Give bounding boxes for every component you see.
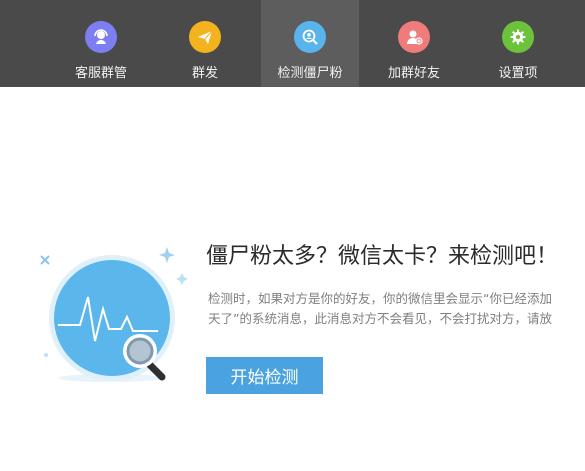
tab-label: 设置项: [498, 66, 538, 81]
tab-label: 加群好友: [387, 66, 440, 81]
tab-label: 群发: [191, 66, 218, 81]
tab-customer-service-group[interactable]: 客服群管: [52, 0, 150, 87]
add-friend-icon: [398, 21, 430, 53]
page-headline: 僵尸粉太多？微信太卡？来检测吧！: [206, 244, 559, 269]
top-nav-bar: 客服群管 群发 检测僵尸粉 加群好友 设置项: [0, 0, 585, 87]
tab-detect-zombie-fans[interactable]: 检测僵尸粉: [261, 0, 359, 87]
gear-icon: [502, 21, 534, 53]
search-user-icon: [294, 21, 326, 53]
tab-add-group-friends[interactable]: 加群好友: [365, 0, 463, 87]
tab-settings[interactable]: 设置项: [469, 0, 567, 87]
description-line: 检测时，如果对方是你的好友，你的微信里会显示“你已经添加: [208, 291, 552, 306]
detection-description: 检测时，如果对方是你的好友，你的微信里会显示“你已经添加 天了”的系统消息，此消…: [208, 289, 585, 329]
customer-service-icon: [85, 21, 117, 53]
paper-plane-icon: [189, 21, 221, 53]
start-detection-button[interactable]: 开始检测: [206, 357, 323, 394]
tab-label: 客服群管: [74, 66, 127, 81]
tab-label: 检测僵尸粉: [277, 66, 343, 81]
tab-mass-send[interactable]: 群发: [156, 0, 254, 87]
heartbeat-magnifier-illustration: [40, 247, 188, 382]
description-line: 天了”的系统消息，此消息对方不会看见，不会打扰对方，请放: [208, 311, 552, 326]
